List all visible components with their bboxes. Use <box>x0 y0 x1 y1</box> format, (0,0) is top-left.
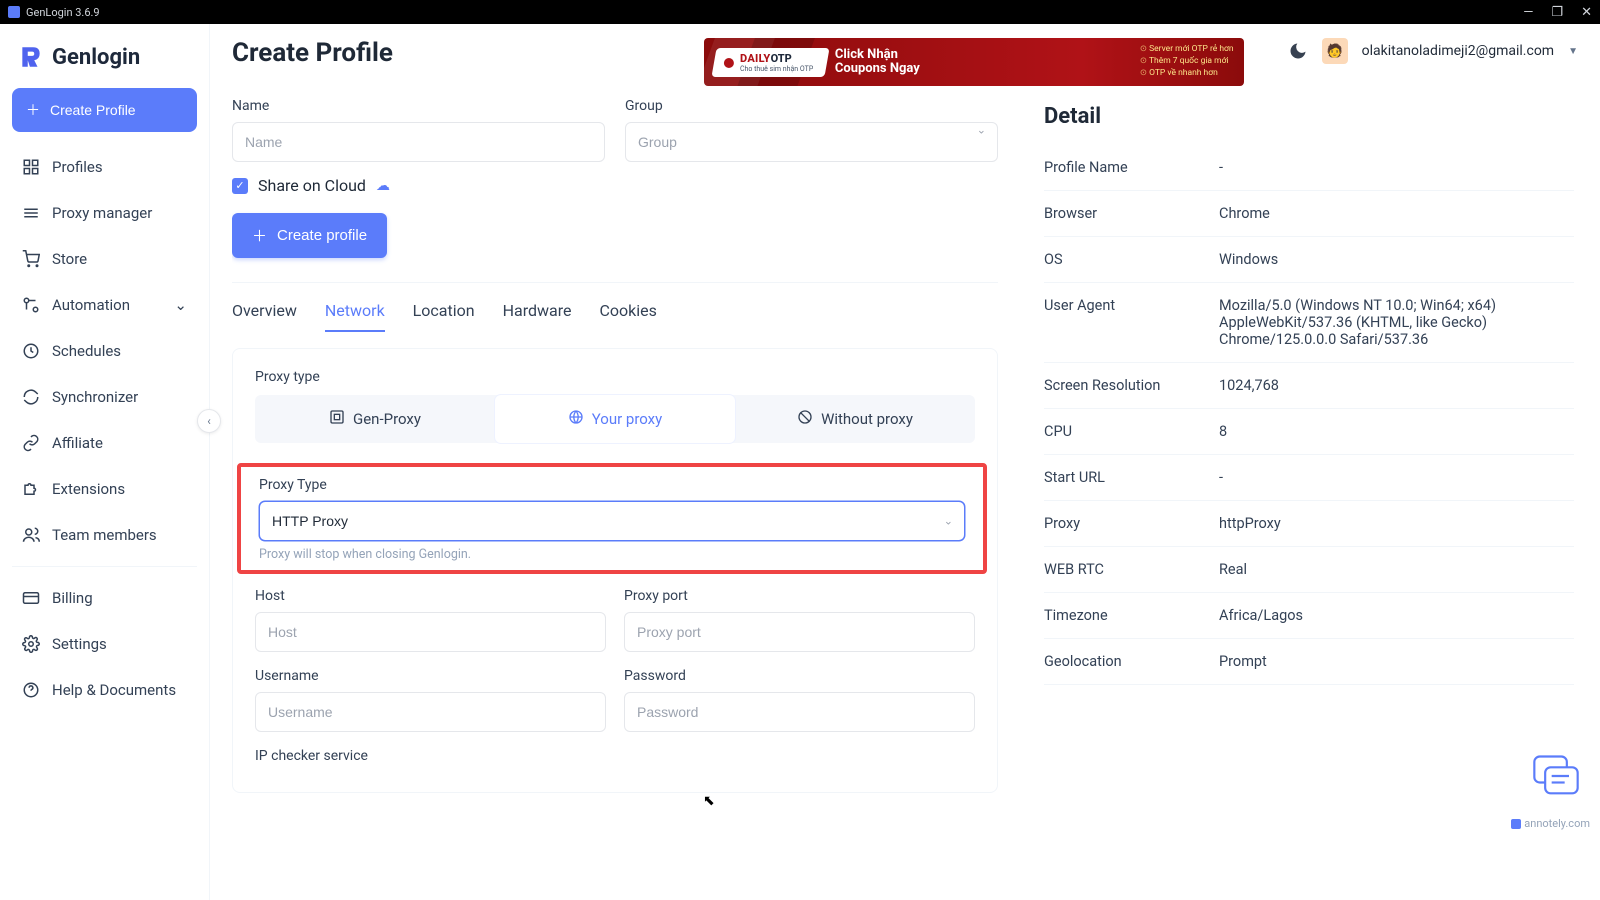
help-icon <box>22 681 40 699</box>
avatar[interactable]: 🧑 <box>1322 38 1348 64</box>
username-input[interactable] <box>255 692 606 732</box>
proxy-type-select[interactable] <box>259 501 965 541</box>
detail-row: Screen Resolution1024,768 <box>1044 363 1574 409</box>
chat-fab[interactable] <box>1530 752 1582 800</box>
sidebar-item-schedules[interactable]: Schedules <box>12 328 197 374</box>
detail-row: Profile Name- <box>1044 145 1574 191</box>
sidebar-item-store[interactable]: Store <box>12 236 197 282</box>
sidebar-item-billing[interactable]: Billing <box>12 575 197 621</box>
proxy-seg-gen-proxy[interactable]: Gen-Proxy <box>255 395 495 443</box>
tab-location[interactable]: Location <box>413 301 475 332</box>
password-input[interactable] <box>624 692 975 732</box>
proxy-type-label: Proxy type <box>255 369 975 385</box>
create-profile-button[interactable]: ＋ Create Profile <box>12 88 197 132</box>
sidebar-item-synchronizer[interactable]: Synchronizer <box>12 374 197 420</box>
detail-row: BrowserChrome <box>1044 191 1574 237</box>
detail-row: CPU8 <box>1044 409 1574 455</box>
chevron-down-icon: ⌄ <box>174 296 187 314</box>
sidebar-item-automation[interactable]: Automation⌄ <box>12 282 197 328</box>
group-select[interactable] <box>625 122 998 162</box>
seg-icon <box>329 409 345 429</box>
sidebar-item-help-documents[interactable]: Help & Documents <box>12 667 197 713</box>
share-cloud-checkbox[interactable]: ✓ <box>232 178 248 194</box>
sidebar-item-proxy-manager[interactable]: Proxy manager <box>12 190 197 236</box>
gear-icon <box>22 635 40 653</box>
sidebar-item-profiles[interactable]: Profiles <box>12 144 197 190</box>
seg-icon <box>568 409 584 429</box>
name-label: Name <box>232 98 605 114</box>
proxy-hint: Proxy will stop when closing Genlogin. <box>259 547 973 562</box>
tab-overview[interactable]: Overview <box>232 301 297 332</box>
share-cloud-label: Share on Cloud <box>258 176 366 195</box>
detail-row: WEB RTCReal <box>1044 547 1574 593</box>
group-label: Group <box>625 98 998 114</box>
detail-title: Detail <box>1044 104 1574 129</box>
detail-row: User AgentMozilla/5.0 (Windows NT 10.0; … <box>1044 283 1574 363</box>
proxy-port-input[interactable] <box>624 612 975 652</box>
proxy-mode-segment: Gen-ProxyYour proxyWithout proxy <box>255 395 975 443</box>
tab-hardware[interactable]: Hardware <box>503 301 572 332</box>
promo-banner[interactable]: DAILYOTP Cho thuê sim nhận OTP Click Nhậ… <box>704 38 1244 86</box>
clock-icon <box>22 342 40 360</box>
dark-mode-icon[interactable] <box>1288 41 1308 61</box>
sidebar-item-settings[interactable]: Settings <box>12 621 197 667</box>
detail-row: ProxyhttpProxy <box>1044 501 1574 547</box>
create-profile-submit[interactable]: ＋ Create profile <box>232 213 387 258</box>
grid-icon <box>22 158 40 176</box>
proxy-seg-without-proxy[interactable]: Without proxy <box>735 395 975 443</box>
seg-icon <box>797 409 813 429</box>
sidebar-item-affiliate[interactable]: Affiliate <box>12 420 197 466</box>
window-title: GenLogin 3.6.9 <box>26 6 100 19</box>
users-icon <box>22 526 40 544</box>
plus-icon: ＋ <box>252 225 267 246</box>
sidebar-item-extensions[interactable]: Extensions <box>12 466 197 512</box>
sidebar: Genlogin ＋ Create Profile ProfilesProxy … <box>0 24 210 900</box>
puzzle-icon <box>22 480 40 498</box>
maximize-icon[interactable]: ❐ <box>1551 5 1563 20</box>
link-icon <box>22 434 40 452</box>
host-input[interactable] <box>255 612 606 652</box>
logo: Genlogin <box>12 38 197 84</box>
minimize-icon[interactable]: — <box>1523 5 1533 20</box>
detail-row: OSWindows <box>1044 237 1574 283</box>
proxy-type-field-label: Proxy Type <box>259 477 973 493</box>
tab-network[interactable]: Network <box>325 301 385 332</box>
cart-icon <box>22 250 40 268</box>
app-icon <box>8 6 20 18</box>
nodes-icon <box>22 296 40 314</box>
cloud-icon: ☁ <box>376 178 390 194</box>
detail-row: GeolocationPrompt <box>1044 639 1574 685</box>
detail-row: Start URL- <box>1044 455 1574 501</box>
sidebar-item-team-members[interactable]: Team members <box>12 512 197 558</box>
annotely-watermark: annotely.com <box>1511 817 1590 830</box>
titlebar: GenLogin 3.6.9 — ❐ ✕ <box>0 0 1600 24</box>
close-icon[interactable]: ✕ <box>1581 5 1592 20</box>
detail-row: TimezoneAfrica/Lagos <box>1044 593 1574 639</box>
name-input[interactable] <box>232 122 605 162</box>
layers-icon <box>22 204 40 222</box>
tabs: Overview Network Location Hardware Cookies <box>232 301 998 332</box>
user-email[interactable]: olakitanoladimeji2@gmail.com <box>1362 43 1554 59</box>
proxy-seg-your-proxy[interactable]: Your proxy <box>495 395 735 443</box>
collapse-sidebar-button[interactable]: ‹ <box>197 409 221 433</box>
highlight-annotation: Proxy Type ⌄ Proxy will stop when closin… <box>237 463 987 574</box>
refresh-icon <box>22 388 40 406</box>
card-icon <box>22 589 40 607</box>
chevron-down-icon[interactable]: ▼ <box>1568 46 1578 57</box>
page-title: Create Profile <box>232 38 402 69</box>
tab-cookies[interactable]: Cookies <box>599 301 656 332</box>
plus-icon: ＋ <box>26 100 40 120</box>
